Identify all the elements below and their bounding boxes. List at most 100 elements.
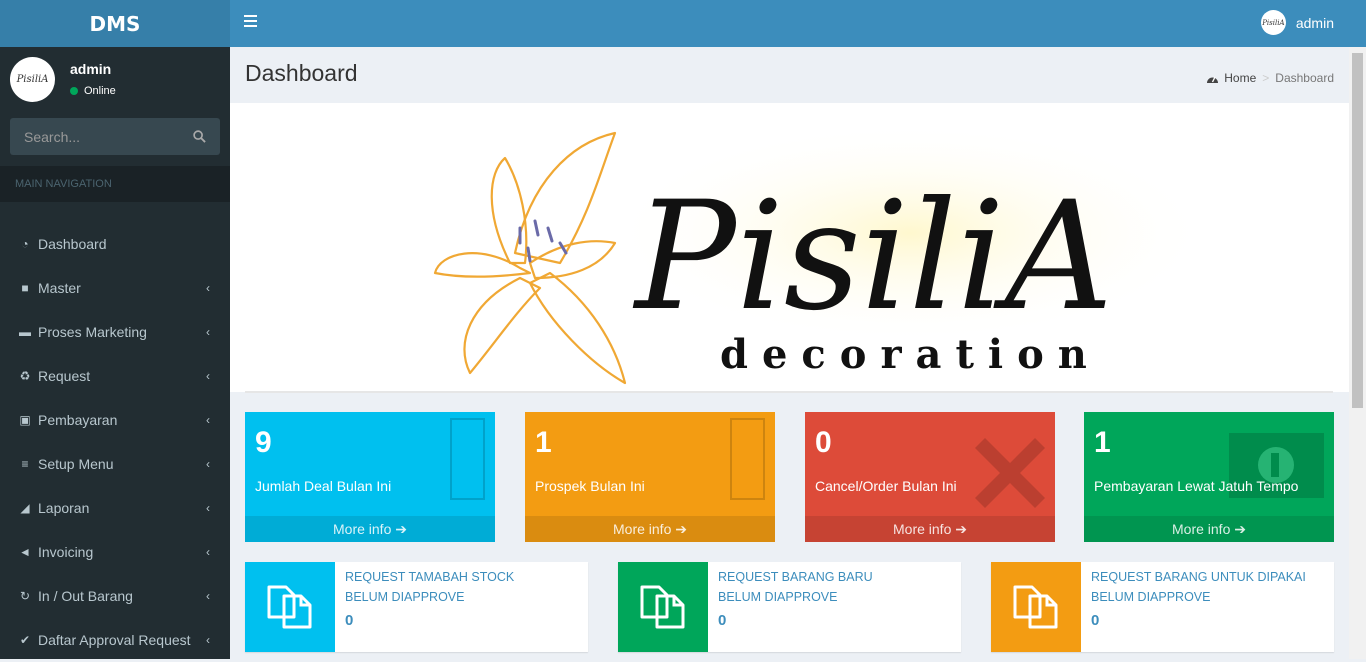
paper-plane-icon: ◄ [19, 545, 31, 559]
page-title: Dashboard [245, 60, 358, 86]
files-icon [1013, 585, 1058, 629]
divider [245, 391, 1333, 393]
more-info-label: More info [333, 521, 392, 537]
arrow-circle-right-icon: ➔ [675, 521, 687, 537]
cart-icon: ▬ [19, 325, 31, 339]
more-info-label: More info [1172, 521, 1231, 537]
sidebar-toggle-icon[interactable] [244, 15, 257, 29]
stat-value: 1 [535, 426, 552, 459]
more-info-label: More info [893, 521, 952, 537]
stat-bg-icon [730, 418, 765, 505]
scrollbar-thumb[interactable] [1352, 53, 1363, 408]
request-info-box[interactable]: REQUEST BARANG UNTUK DIPAKAI BELUM DIAPPR… [991, 562, 1334, 652]
sidebar-item-label: Laporan [38, 500, 90, 516]
user-status: Online [70, 85, 116, 97]
sidebar-item-laporan[interactable]: ◢ Laporan ‹ [0, 486, 230, 530]
search-icon[interactable] [193, 130, 206, 143]
status-label: Online [84, 85, 116, 97]
brand-banner: PisiliA decoration [230, 103, 1349, 392]
stat-bg-icon [450, 418, 485, 505]
briefcase-icon: ■ [21, 281, 29, 295]
sidebar-item-label: Daftar Approval Request [38, 632, 191, 648]
sidebar-item-label: Proses Marketing [38, 324, 147, 340]
request-info-box[interactable]: REQUEST BARANG BARU BELUM DIAPPROVE 0 [618, 562, 961, 652]
sidebar-item-daftar-approval-request[interactable]: ✔ Daftar Approval Request ‹ [0, 618, 230, 662]
request-subtitle[interactable]: BELUM DIAPPROVE [718, 590, 837, 604]
stat-bg-icon [975, 418, 1045, 513]
check-circle-icon: ✔ [19, 633, 31, 647]
request-title[interactable]: REQUEST BARANG BARU [718, 570, 873, 584]
breadcrumb-separator: > [1262, 71, 1270, 85]
sidebar-item-label: Master [38, 280, 81, 296]
sidebar-search [10, 118, 220, 155]
files-icon [640, 585, 685, 629]
stat-label: Prospek Bulan Ini [535, 478, 645, 494]
user-avatar: PisiliA [10, 57, 55, 102]
sidebar-item-in-out-barang[interactable]: ↻ In / Out Barang ‹ [0, 574, 230, 618]
more-info-link[interactable]: More info ➔ [525, 516, 775, 542]
more-info-link[interactable]: More info ➔ [245, 516, 495, 542]
user-menu[interactable]: PisiliA admin [1260, 10, 1334, 35]
top-username: admin [1295, 14, 1334, 31]
stat-box: 1 Pembayaran Lewat Jatuh Tempo More info ➔ [1084, 412, 1334, 542]
files-icon [267, 585, 312, 629]
request-icon-area [991, 562, 1081, 652]
recycle-icon: ♻ [19, 369, 31, 383]
bookmark-icon [730, 418, 765, 500]
stat-value: 0 [815, 426, 832, 459]
sidebar-item-label: Dashboard [38, 236, 107, 252]
scrollbar[interactable] [1349, 47, 1366, 659]
money-icon: ▣ [19, 413, 31, 427]
arrow-circle-right-icon: ➔ [1234, 521, 1246, 537]
sidebar-item-label: Pembayaran [38, 412, 118, 428]
sidebar-item-master[interactable]: ■ Master ‹ [0, 266, 230, 310]
stat-box: 0 Cancel/Order Bulan Ini More info ➔ [805, 412, 1055, 542]
stat-label: Jumlah Deal Bulan Ini [255, 478, 392, 494]
request-info-box[interactable]: REQUEST TAMABAH STOCK BELUM DIAPPROVE 0 [245, 562, 588, 652]
app-logo[interactable]: DMS [0, 0, 230, 47]
sidebar-item-label: In / Out Barang [38, 588, 133, 604]
stat-label: Pembayaran Lewat Jatuh Tempo [1094, 478, 1299, 494]
avatar: PisiliA [1260, 10, 1286, 35]
lily-flower-logo: PisiliA decoration [433, 123, 1210, 385]
chevron-left-icon: ‹ [206, 413, 210, 427]
request-title[interactable]: REQUEST BARANG UNTUK DIPAKAI [1091, 570, 1306, 584]
chevron-left-icon: ‹ [206, 501, 210, 515]
online-dot-icon [70, 87, 78, 95]
nav-list: ◔ Dashboard ■ Master ‹ ▬ Proses Marketing ‹ ♻ Req… [0, 222, 230, 662]
arrow-circle-right-icon: ➔ [395, 521, 407, 537]
chevron-left-icon: ‹ [206, 633, 210, 647]
chevron-left-icon: ‹ [206, 589, 210, 603]
request-subtitle[interactable]: BELUM DIAPPROVE [345, 590, 464, 604]
bookmark-icon [450, 418, 485, 500]
area-chart-icon: ◢ [20, 501, 30, 515]
request-subtitle[interactable]: BELUM DIAPPROVE [1091, 590, 1210, 604]
chevron-left-icon: ‹ [206, 281, 210, 295]
sidebar-item-request[interactable]: ♻ Request ‹ [0, 354, 230, 398]
request-icon-area [618, 562, 708, 652]
stat-value: 1 [1094, 426, 1111, 459]
stat-value: 9 [255, 426, 272, 459]
request-icon-area [245, 562, 335, 652]
user-name: admin [70, 61, 112, 77]
more-info-label: More info [613, 521, 672, 537]
top-navbar: PisiliA admin [230, 0, 1366, 47]
stat-box: 1 Prospek Bulan Ini More info ➔ [525, 412, 775, 542]
more-info-link[interactable]: More info ➔ [1084, 516, 1334, 542]
request-title[interactable]: REQUEST TAMABAH STOCK [345, 570, 514, 584]
banner-brand: PisiliA [632, 170, 1113, 344]
sidebar: PisiliA admin Online MAIN NAVIGATION ◔ Da… [0, 47, 230, 659]
more-info-link[interactable]: More info ➔ [805, 516, 1055, 542]
sidebar-item-dashboard[interactable]: ◔ Dashboard [0, 222, 230, 266]
sidebar-item-setup-menu[interactable]: ≡ Setup Menu ‹ [0, 442, 230, 486]
request-count: 0 [718, 612, 727, 629]
sidebar-item-pembayaran[interactable]: ▣ Pembayaran ‹ [0, 398, 230, 442]
search-input[interactable] [10, 128, 180, 145]
breadcrumb: Home > Dashboard [1206, 71, 1334, 85]
dashboard-icon: ◔ [21, 237, 29, 251]
sidebar-item-proses-marketing[interactable]: ▬ Proses Marketing ‹ [0, 310, 230, 354]
arrow-circle-right-icon: ➔ [955, 521, 967, 537]
stat-box: 9 Jumlah Deal Bulan Ini More info ➔ [245, 412, 495, 542]
sidebar-item-invoicing[interactable]: ◄ Invoicing ‹ [0, 530, 230, 574]
breadcrumb-home[interactable]: Home [1224, 71, 1256, 85]
